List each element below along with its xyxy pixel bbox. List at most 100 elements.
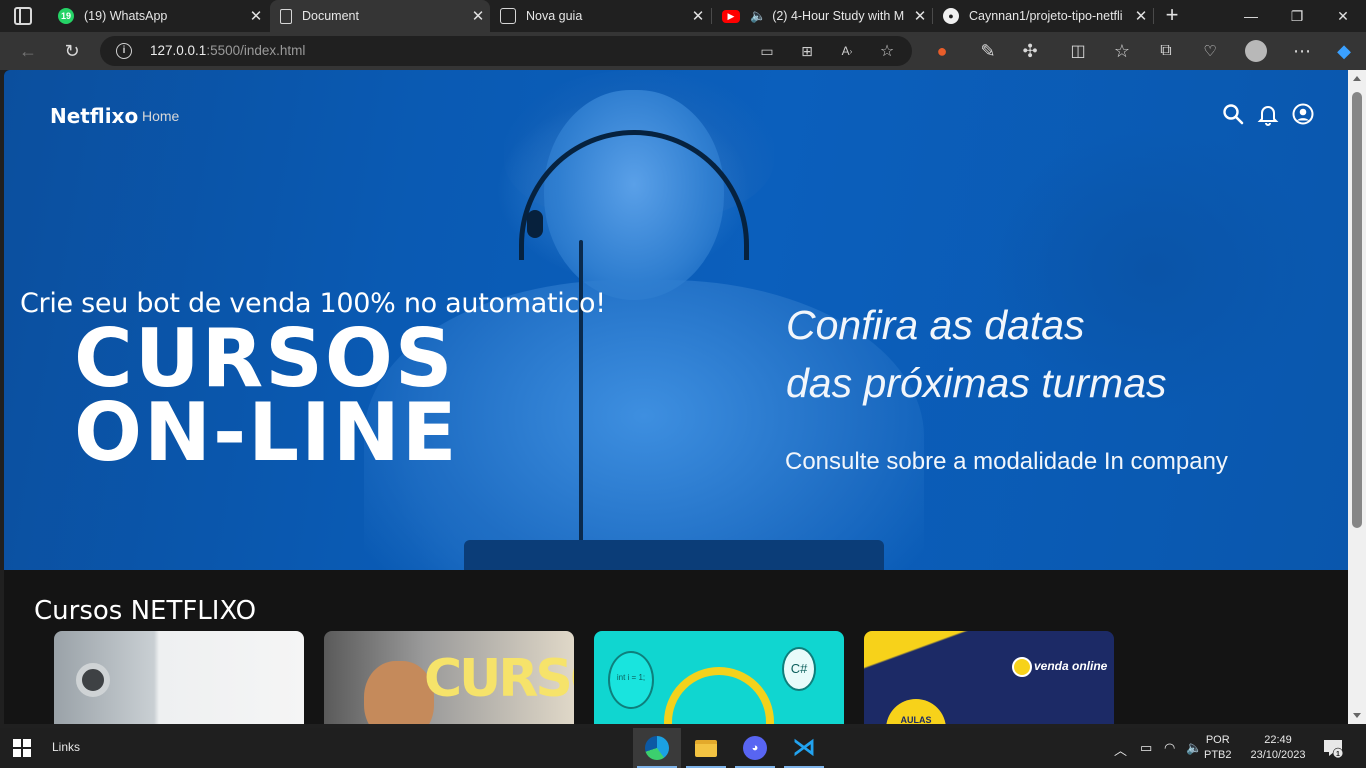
course-thumbnail-3: int i = 1; [608,651,654,709]
close-window-button[interactable]: ✕ [1320,0,1366,32]
read-aloud-icon[interactable]: A › [836,41,858,61]
favorites-icon[interactable]: ☆ [1108,38,1136,64]
tab-whatsapp[interactable]: 19 (19) WhatsApp ✕ [48,0,268,32]
tab-github[interactable]: ● Caynnan1/projeto-tipo-netfli ✕ [933,0,1153,32]
tab-title: (2) 4-Hour Study with M [772,9,905,23]
close-tab-icon[interactable]: ✕ [244,7,268,25]
course-card[interactable]: int i = 1; C# [594,631,844,724]
site-info-icon[interactable]: i [116,43,132,59]
course-card-text: CURSOS [424,649,574,709]
file-explorer-taskbar-icon[interactable] [682,728,730,768]
refresh-button[interactable]: ↻ [58,38,86,64]
windows-start-icon[interactable] [13,739,31,757]
clock-time: 22:49 [1264,734,1292,746]
tab-nova-guia[interactable]: Nova guia ✕ [490,0,710,32]
course-thumbnail-4 [1012,657,1032,677]
course-card[interactable]: venda online AULAS [864,631,1114,724]
github-icon: ● [943,8,959,24]
course-card-brand: venda online [1034,659,1108,673]
edge-taskbar-icon[interactable] [633,728,681,768]
apps-icon[interactable]: ⊞ [796,41,818,61]
new-tab-page-icon [500,8,516,24]
collections-icon[interactable]: ⧉ [1152,38,1180,64]
close-tab-icon[interactable]: ✕ [908,7,932,25]
course-thumbnail-1 [76,663,110,697]
scroll-down-icon[interactable] [1353,713,1361,718]
youtube-icon: ▶ [722,9,740,23]
hero-cursos-line2: ON-LINE [74,386,459,479]
hero-confira-text: Confira as datas das próximas turmas [786,296,1167,412]
more-menu-icon[interactable]: ⋯ [1288,38,1316,64]
close-tab-icon[interactable]: ✕ [686,7,710,25]
close-tab-icon[interactable]: ✕ [1129,7,1153,25]
restore-button[interactable]: ❐ [1274,0,1320,32]
back-button[interactable]: ← [14,38,42,64]
hero-banner: Crie seu bot de venda 100% no automatico… [4,70,1348,570]
copilot-icon[interactable]: ◆ [1330,38,1358,64]
discord-taskbar-icon[interactable]: ◕ [731,728,779,768]
language-indicator[interactable]: POR PTB2 [1204,733,1232,763]
hero-consulte-text: Consulte sobre a modalidade In company [785,448,1228,475]
scroll-up-icon[interactable] [1353,76,1361,81]
app-available-icon[interactable]: ▭ [756,41,778,61]
site-logo[interactable]: Netflixo [50,104,138,128]
url-path: :5500/index.html [206,43,306,58]
tab-title: Document [302,9,359,23]
headset-cable [579,240,583,550]
hero-confira-line2: das próximas turmas [786,360,1167,406]
microphone-icon [527,210,543,238]
extensions-icon[interactable]: ✣ [1016,38,1044,64]
code-bubble-text: int i = 1; [616,673,646,682]
laptop-shape [464,540,884,570]
nav-home-link[interactable]: Home [142,108,179,124]
close-tab-icon[interactable]: ✕ [466,7,490,25]
document-icon [280,8,292,24]
page-viewport: Crie seu bot de venda 100% no automatico… [4,70,1348,724]
vscode-taskbar-icon[interactable]: ⋊ [780,728,828,768]
audio-playing-icon[interactable]: 🔈 [750,8,766,24]
bell-icon[interactable] [1256,102,1280,126]
notification-count: 1 [1336,751,1340,758]
hero-confira-line1: Confira as datas [786,302,1085,348]
clock[interactable]: 22:49 23/10/2023 [1246,733,1310,763]
courses-section-title: Cursos NETFLIXO [34,596,257,626]
page-scrollbar[interactable] [1348,70,1366,724]
hero-cursos-title: CURSOS ON-LINE [74,312,459,479]
browser-tab-strip: 19 (19) WhatsApp ✕ Document ✕ Nova guia … [0,0,1366,32]
tab-title: Nova guia [526,9,583,23]
course-card[interactable] [54,631,304,724]
courses-section: Cursos NETFLIXO CURSOS int i = 1; C# ven… [4,570,1348,724]
tab-actions-icon[interactable] [14,7,32,25]
language-code: POR [1205,734,1230,746]
clock-date: 23/10/2023 [1250,749,1306,761]
whatsapp-icon: 19 [58,8,74,24]
battery-icon[interactable]: ▭ [1140,740,1152,756]
screen: 19 (19) WhatsApp ✕ Document ✕ Nova guia … [0,0,1366,768]
address-bar[interactable]: i 127.0.0.1:5500/index.html ▭ ⊞ A › ☆ [100,36,912,66]
course-card-arc [664,667,774,724]
hero-cursos-line1: CURSOS [74,312,455,405]
profile-avatar[interactable] [1242,38,1270,64]
url-text[interactable]: 127.0.0.1:5500/index.html [150,43,305,58]
minimize-button[interactable]: — [1228,0,1274,32]
favorite-star-icon[interactable]: ☆ [876,41,898,61]
course-card[interactable]: CURSOS [324,631,574,724]
search-icon[interactable] [1221,102,1245,126]
notification-center-icon[interactable]: 1 [1322,737,1344,759]
links-toolbar[interactable]: Links [52,740,80,754]
extension-pen-icon[interactable]: ✎ [974,38,1002,64]
url-host: 127.0.0.1 [150,43,207,58]
split-screen-icon[interactable]: ◫ [1064,38,1092,64]
volume-icon[interactable]: 🔈 [1186,740,1202,756]
wifi-icon[interactable]: ◠ [1164,740,1175,756]
tab-document[interactable]: Document ✕ [270,0,490,32]
extension-icon[interactable]: ● [928,38,956,64]
keyboard-layout: PTB2 [1204,749,1232,761]
user-profile-icon[interactable] [1291,102,1315,126]
show-hidden-icons-icon[interactable]: ︿ [1114,740,1127,759]
csharp-bubble: C# [782,647,816,691]
new-tab-button[interactable]: + [1160,4,1184,28]
tab-youtube[interactable]: ▶ 🔈 (2) 4-Hour Study with M ✕ [712,0,932,32]
scrollbar-thumb[interactable] [1352,92,1362,528]
browser-essentials-icon[interactable]: ♡ [1196,38,1224,64]
